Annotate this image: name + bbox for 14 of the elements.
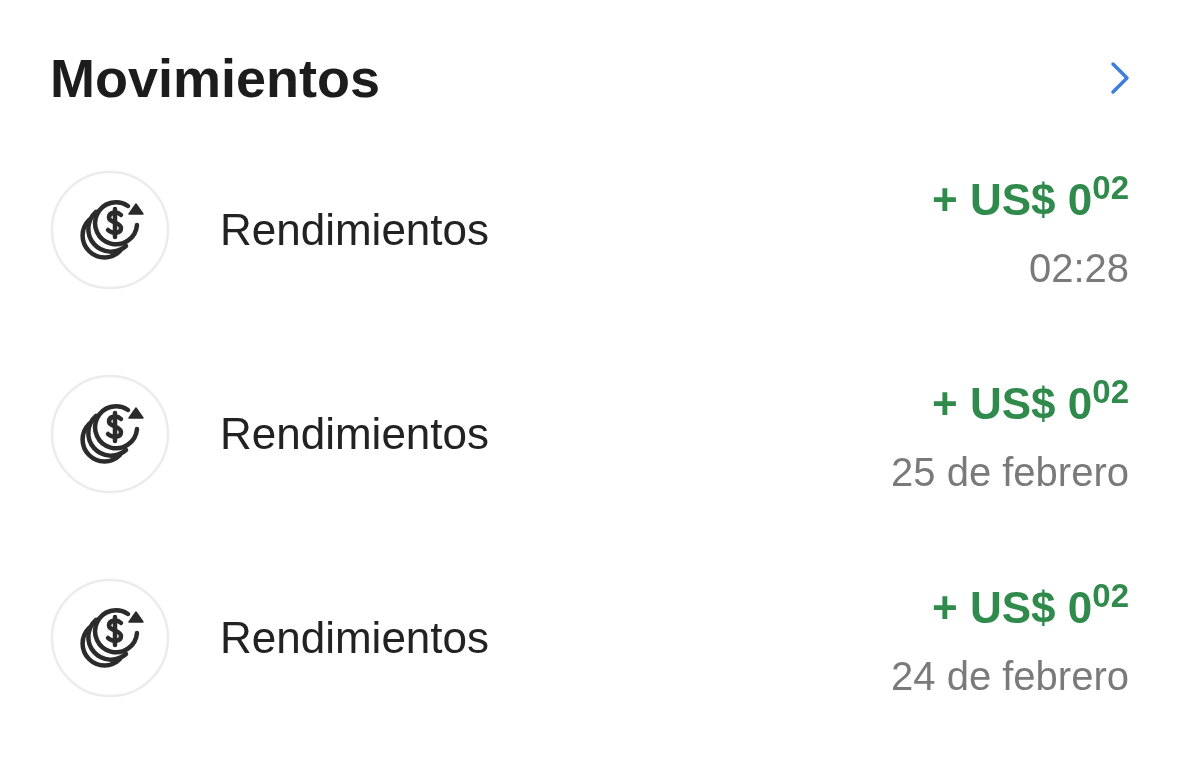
movement-date: 25 de febrero (891, 449, 1129, 496)
movement-name: Rendimientos (220, 612, 490, 664)
coin-yield-icon (50, 374, 170, 494)
movement-amount: + US$ 0$^{02}$ (932, 380, 1129, 428)
section-title: Movimientos (50, 50, 381, 106)
movement-date: 02:28 (1028, 245, 1129, 292)
coin-yield-icon (50, 578, 170, 698)
movement-name: Rendimientos (220, 408, 490, 460)
movement-amount: + US$ 0$^{02}$ (932, 584, 1129, 632)
movement-date: 24 de febrero (891, 653, 1129, 700)
movement-name: Rendimientos (220, 204, 490, 256)
movement-amount: + US$ 0$^{02}$ (932, 176, 1129, 224)
chevron-right-icon[interactable] (1109, 60, 1131, 96)
coin-yield-icon (50, 170, 170, 290)
